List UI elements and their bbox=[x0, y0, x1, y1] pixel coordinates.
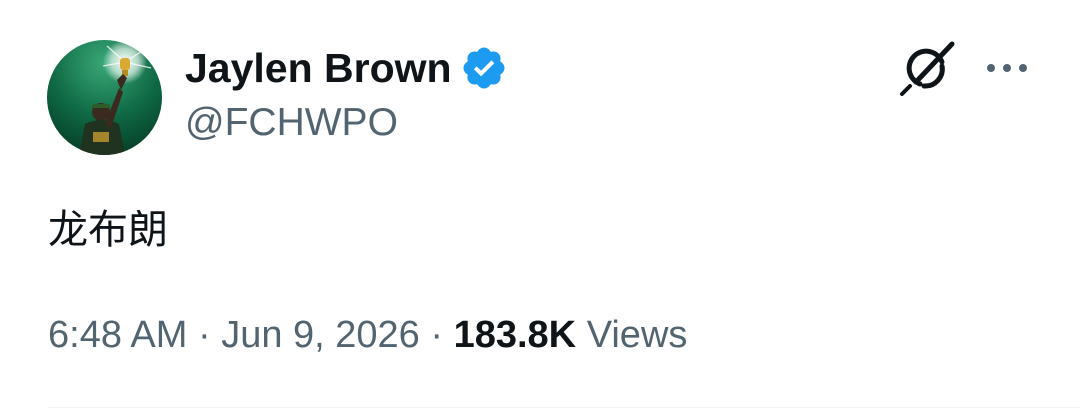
divider bbox=[48, 407, 1080, 408]
views-label: Views bbox=[586, 314, 688, 356]
author-handle[interactable]: @FCHWPO bbox=[185, 100, 398, 146]
avatar-image bbox=[47, 40, 162, 155]
tweet-time[interactable]: 6:48 AM bbox=[48, 314, 187, 356]
tweet-date[interactable]: Jun 9, 2026 bbox=[221, 314, 420, 356]
author-display-name[interactable]: Jaylen Brown bbox=[185, 44, 452, 92]
meta-separator: · bbox=[430, 314, 444, 356]
verified-badge-icon bbox=[463, 47, 505, 89]
views-count: 183.8K bbox=[453, 314, 577, 356]
tweet-metadata: 6:48 AM · Jun 9, 2026 · 183.8K Views bbox=[48, 312, 687, 358]
tweet-text: 龙布朗 bbox=[48, 207, 168, 253]
author-avatar[interactable] bbox=[47, 40, 162, 155]
grok-icon[interactable] bbox=[898, 40, 958, 96]
meta-separator: · bbox=[197, 314, 211, 356]
more-options-icon[interactable] bbox=[985, 60, 1029, 76]
